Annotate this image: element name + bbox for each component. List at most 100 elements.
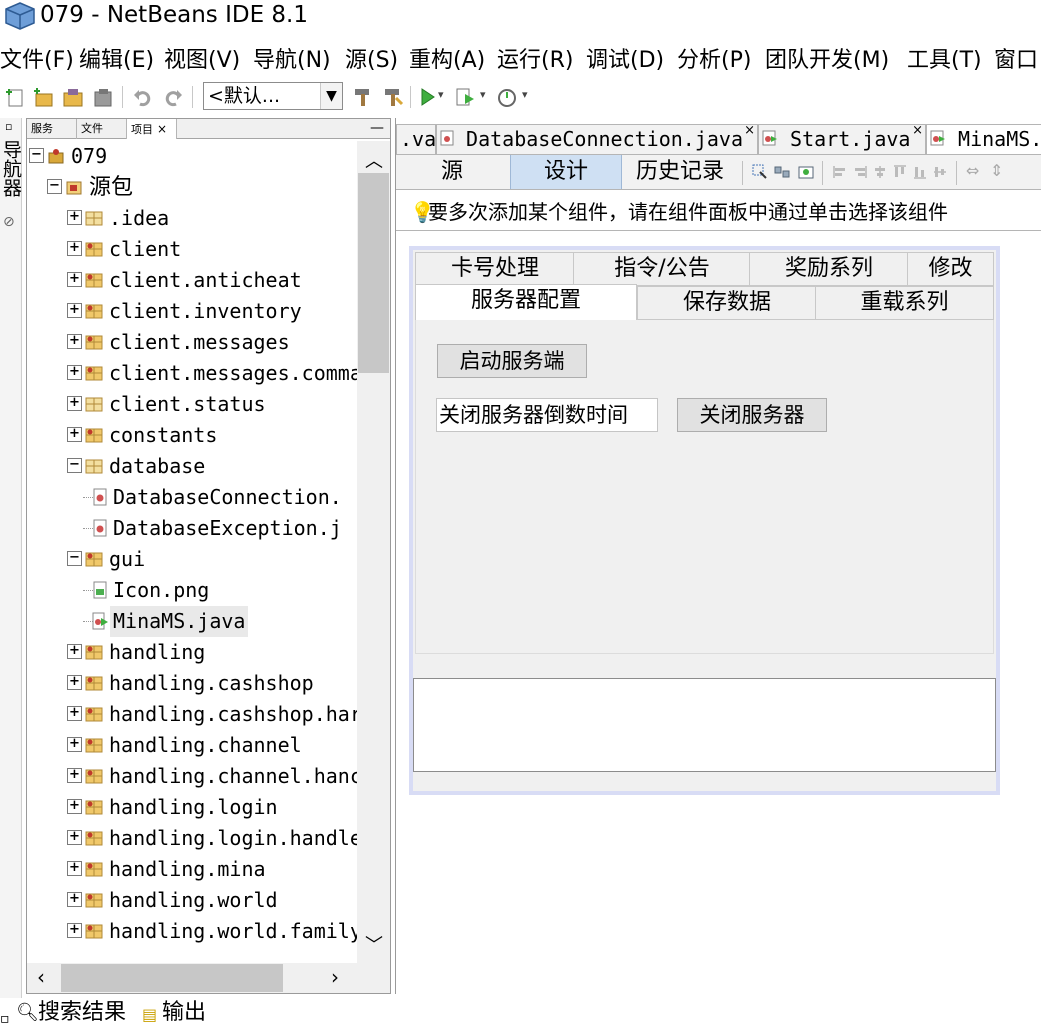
collapse-icon[interactable]: − xyxy=(67,458,82,473)
selection-mode-icon[interactable] xyxy=(752,164,768,180)
close-icon[interactable]: × xyxy=(157,122,167,136)
tree-node[interactable]: + handling.login xyxy=(67,792,357,823)
menu-navigate[interactable]: 导航(N) xyxy=(253,44,331,78)
menu-run[interactable]: 运行(R) xyxy=(497,44,573,78)
tree-node[interactable]: + handling.cashshop.har xyxy=(67,699,357,730)
expand-icon[interactable]: + xyxy=(67,303,82,318)
restore-icon[interactable]: ▫ xyxy=(0,1004,10,1026)
tree-node[interactable]: + handling.login.handle xyxy=(67,823,357,854)
profile-icon[interactable] xyxy=(494,84,520,110)
tree-node[interactable]: + handling.cashshop xyxy=(67,668,357,699)
expand-icon[interactable]: + xyxy=(67,644,82,659)
open-project-icon[interactable] xyxy=(60,84,86,110)
center-horizontal-icon[interactable] xyxy=(872,164,888,180)
tab-commands-announcements[interactable]: 指令/公告 xyxy=(573,252,751,286)
expand-icon[interactable]: + xyxy=(67,830,82,845)
menu-team[interactable]: 团队开发(M) xyxy=(765,44,889,78)
shutdown-server-button[interactable]: 关闭服务器 xyxy=(677,398,827,432)
scroll-left-icon[interactable]: ‹ xyxy=(37,965,45,989)
minimize-panel-icon[interactable]: — xyxy=(370,119,384,137)
vertical-scrollbar[interactable]: ︿ ﹀ xyxy=(357,141,390,963)
start-server-button[interactable]: 启动服务端 xyxy=(437,344,587,378)
tree-node[interactable]: − 源包 xyxy=(47,172,357,203)
menu-refactor[interactable]: 重构(A) xyxy=(409,44,485,78)
tree-node[interactable]: − gui xyxy=(67,544,357,575)
tree-node[interactable]: + constants xyxy=(67,420,357,451)
expand-icon[interactable]: + xyxy=(67,210,82,225)
center-vertical-icon[interactable] xyxy=(932,164,948,180)
vertical-scroll-thumb[interactable] xyxy=(358,173,389,373)
menu-view[interactable]: 视图(V) xyxy=(164,44,240,78)
connection-mode-icon[interactable] xyxy=(774,164,790,180)
undo-icon[interactable] xyxy=(130,84,156,110)
restore-icon[interactable]: ▫ xyxy=(5,120,12,133)
expand-icon[interactable]: + xyxy=(67,892,82,907)
tree-node[interactable]: + client.inventory xyxy=(67,296,357,327)
tab-reload[interactable]: 重载系列 xyxy=(815,286,994,320)
resize-horizontal-icon[interactable]: ⇔ xyxy=(966,161,979,180)
debug-icon[interactable] xyxy=(452,84,478,110)
tree-node[interactable]: DatabaseException.j xyxy=(83,513,357,544)
menu-edit[interactable]: 编辑(E) xyxy=(79,44,154,78)
doc-tab-databaseconnection[interactable]: DatabaseConnection.java × xyxy=(436,123,758,154)
close-icon[interactable]: × xyxy=(912,118,923,145)
scroll-down-icon[interactable]: ﹀ xyxy=(365,931,383,957)
build-icon[interactable] xyxy=(350,84,376,110)
tree-node[interactable]: + client.messages.comma xyxy=(67,358,357,389)
redo-icon[interactable] xyxy=(160,84,186,110)
horizontal-scroll-thumb[interactable] xyxy=(61,964,283,992)
tree-node[interactable]: + client.anticheat xyxy=(67,265,357,296)
align-left-icon[interactable] xyxy=(832,164,848,180)
tab-save-data[interactable]: 保存数据 xyxy=(637,286,817,320)
preview-design-icon[interactable] xyxy=(798,164,814,180)
menu-file[interactable]: 文件(F) xyxy=(0,44,74,78)
expand-icon[interactable]: + xyxy=(67,675,82,690)
log-text-area[interactable] xyxy=(413,678,996,772)
tab-projects[interactable]: 项目 × xyxy=(127,119,177,139)
debug-dropdown-icon[interactable]: ▾ xyxy=(480,88,486,101)
tab-services[interactable]: 服务 xyxy=(27,119,77,139)
configuration-select[interactable]: <默认... ▼ xyxy=(203,82,343,110)
tree-node[interactable]: + client.messages xyxy=(67,327,357,358)
shutdown-countdown-field[interactable]: 关闭服务器倒数时间 xyxy=(436,398,658,432)
doc-tab-partial[interactable]: .va xyxy=(396,124,436,154)
expand-icon[interactable]: + xyxy=(67,861,82,876)
tree-node[interactable]: − 079 xyxy=(29,141,357,172)
view-source-button[interactable]: 源 xyxy=(396,155,508,189)
new-project-icon[interactable] xyxy=(30,84,56,110)
tab-files[interactable]: 文件 xyxy=(77,119,127,139)
expand-icon[interactable]: + xyxy=(67,272,82,287)
tree-node[interactable]: − database xyxy=(67,451,357,482)
tab-server-config[interactable]: 服务器配置 xyxy=(415,284,637,322)
expand-icon[interactable]: + xyxy=(67,427,82,442)
tree-node[interactable]: + handling xyxy=(67,637,357,668)
new-file-icon[interactable] xyxy=(2,84,28,110)
tree-node[interactable]: + client xyxy=(67,234,357,265)
expand-icon[interactable]: + xyxy=(67,706,82,721)
tree-node[interactable]: + .idea xyxy=(67,203,357,234)
navigator-tab[interactable]: 导航器 xyxy=(0,140,22,197)
resize-vertical-icon[interactable]: ⇕ xyxy=(990,161,1003,180)
expand-icon[interactable]: + xyxy=(67,799,82,814)
run-dropdown-icon[interactable]: ▾ xyxy=(438,88,444,101)
tree-node[interactable]: Icon.png xyxy=(83,575,357,606)
output-tab[interactable]: 输出 xyxy=(162,998,206,1026)
tab-rewards[interactable]: 奖励系列 xyxy=(749,252,909,286)
tab-card-processing[interactable]: 卡号处理 xyxy=(415,252,575,286)
view-design-button[interactable]: 设计 xyxy=(510,155,622,189)
view-history-button[interactable]: 历史记录 xyxy=(624,155,736,189)
horizontal-scrollbar[interactable]: ‹ › xyxy=(27,963,390,993)
search-results-tab[interactable]: 搜索结果 xyxy=(38,998,126,1026)
expand-icon[interactable]: + xyxy=(67,334,82,349)
clean-build-icon[interactable] xyxy=(380,84,406,110)
collapse-icon[interactable]: − xyxy=(67,551,82,566)
doc-tab-minams[interactable]: MinaMS.j xyxy=(926,124,1041,154)
collapse-icon[interactable]: − xyxy=(47,179,62,194)
design-form[interactable]: 卡号处理 指令/公告 奖励系列 修改 服务器配置 保存数据 重载系列 启动服务端… xyxy=(409,246,1000,795)
scroll-up-icon[interactable]: ︿ xyxy=(365,147,383,173)
align-top-icon[interactable] xyxy=(892,164,908,180)
tree-node[interactable]: DatabaseConnection. xyxy=(83,482,357,513)
run-icon[interactable] xyxy=(414,84,440,110)
align-bottom-icon[interactable] xyxy=(912,164,928,180)
scroll-right-icon[interactable]: › xyxy=(331,965,339,989)
